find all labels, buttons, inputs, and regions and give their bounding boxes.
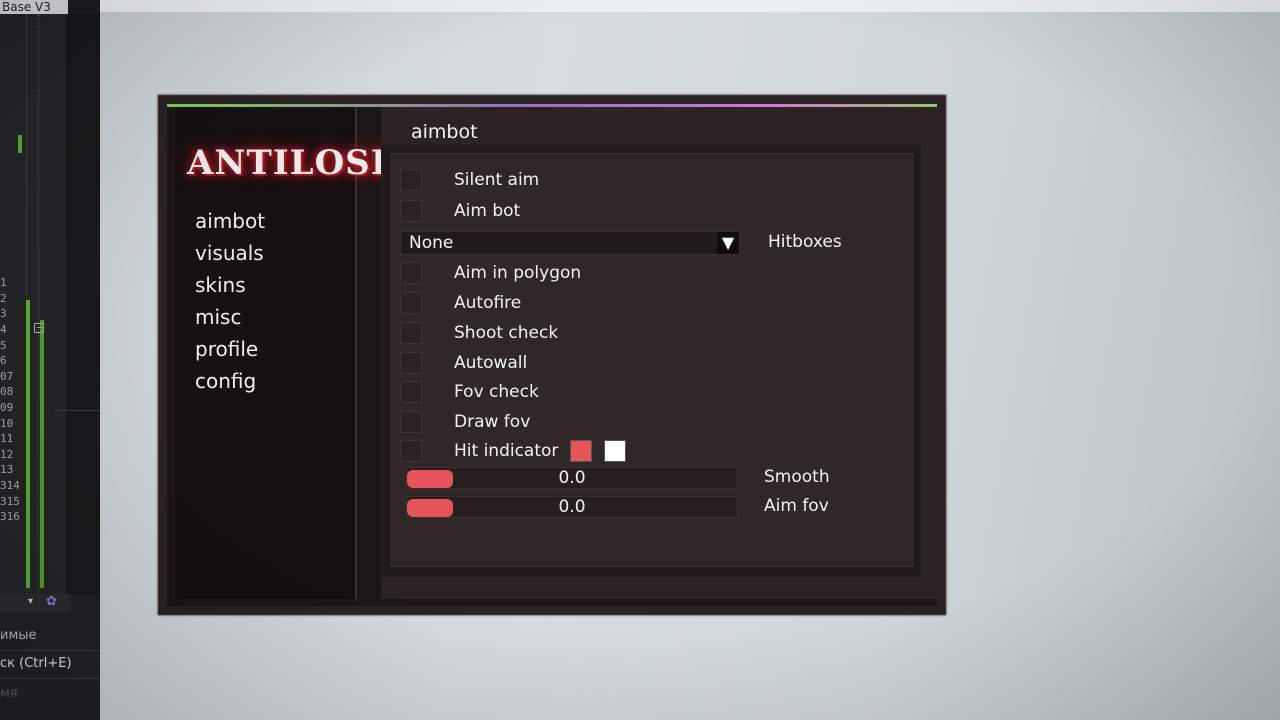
- option-label: Aim in polygon: [454, 263, 582, 283]
- nav-item-aimbot[interactable]: aimbot: [195, 205, 265, 237]
- editor-toolbar: [0, 594, 70, 612]
- nav-item-visuals[interactable]: visuals: [195, 237, 265, 269]
- line-number: 12: [0, 447, 14, 461]
- hit-color-picker-secondary[interactable]: [604, 440, 627, 462]
- line-number: 07: [0, 369, 14, 383]
- smooth-slider[interactable]: 0.0: [406, 467, 738, 489]
- divider: [55, 410, 100, 411]
- option-label: Shoot check: [454, 323, 559, 343]
- divider: [0, 650, 100, 651]
- menu-window: ANTILOSE aimbot visuals skins misc profi…: [158, 95, 946, 615]
- chevron-down-icon[interactable]: ▾: [28, 596, 33, 607]
- line-number: [0, 244, 20, 260]
- option-label: Hit indicator: [454, 441, 559, 461]
- line-number: 10: [0, 416, 14, 430]
- indent-guide: [38, 14, 39, 594]
- aim-fov-slider[interactable]: 0.0: [406, 496, 738, 518]
- silent-aim-checkbox[interactable]: [400, 169, 422, 191]
- section-title: aimbot: [411, 121, 478, 143]
- line-number: 315: [0, 494, 20, 508]
- background-editor: − 1 2 3 4 5 6 07 08 09 10 11 12 13 314 3…: [0, 0, 100, 720]
- change-marker: [40, 320, 44, 588]
- nav-item-profile[interactable]: profile: [195, 333, 265, 365]
- shoot-check-checkbox[interactable]: [400, 322, 422, 344]
- line-number: 316: [0, 510, 20, 524]
- line-number: 11: [0, 432, 14, 446]
- hitboxes-label: Hitboxes: [768, 232, 842, 252]
- slider-value: 0.0: [558, 497, 586, 517]
- triangle-down-icon[interactable]: ▼: [717, 232, 739, 254]
- nav-item-config[interactable]: config: [195, 365, 265, 397]
- smooth-label: Smooth: [764, 467, 830, 487]
- fold-icon[interactable]: −: [34, 323, 44, 333]
- aim-fov-label: Aim fov: [764, 496, 829, 516]
- line-number: 08: [0, 385, 14, 399]
- line-number: 3: [0, 307, 7, 321]
- option-row: Silent aim: [400, 168, 539, 192]
- option-label: Aim bot: [454, 201, 521, 221]
- panel-item[interactable]: мя: [0, 686, 100, 701]
- line-number: 5: [0, 338, 7, 352]
- change-marker: [18, 135, 22, 153]
- option-row: Aim bot: [400, 199, 520, 223]
- option-label: Autowall: [454, 353, 528, 373]
- editor-code-area: [66, 14, 100, 594]
- line-number: 2: [0, 291, 7, 305]
- autowall-checkbox[interactable]: [400, 352, 422, 374]
- nav-item-misc[interactable]: misc: [195, 301, 265, 333]
- content-area: aimbot Silent aim Aim bot None ▼ Hitboxe…: [381, 107, 937, 599]
- option-row: Aim in polygon: [400, 261, 581, 285]
- option-row: Autowall: [400, 351, 527, 375]
- logo: ANTILOSE: [187, 143, 398, 183]
- line-number: 4: [0, 322, 7, 336]
- line-number: 1: [0, 276, 7, 290]
- line-number: 09: [0, 400, 14, 414]
- editor-title: Base V3: [0, 0, 68, 14]
- panel-item[interactable]: имые: [0, 628, 100, 643]
- fov-check-checkbox[interactable]: [400, 381, 422, 403]
- options-panel: Silent aim Aim bot None ▼ Hitboxes Aim i…: [381, 145, 921, 577]
- menu-body: ANTILOSE aimbot visuals skins misc profi…: [167, 104, 937, 606]
- panel-item[interactable]: ск (Ctrl+E): [0, 656, 100, 671]
- divider: [0, 678, 100, 679]
- hit-color-picker-primary[interactable]: [570, 440, 593, 462]
- option-label: Autofire: [454, 293, 522, 313]
- dropdown-value: None: [409, 233, 454, 253]
- aim-bot-checkbox[interactable]: [400, 200, 422, 222]
- draw-fov-checkbox[interactable]: [400, 411, 422, 433]
- monitor-top-edge: [66, 0, 1280, 12]
- slider-value: 0.0: [558, 468, 586, 488]
- option-row: Draw fov: [400, 410, 530, 434]
- option-row: Hit indicator: [400, 439, 627, 463]
- option-row: Fov check: [400, 380, 539, 404]
- option-label: Fov check: [454, 382, 539, 402]
- autofire-checkbox[interactable]: [400, 292, 422, 314]
- line-number: [0, 260, 20, 276]
- aim-in-polygon-checkbox[interactable]: [400, 262, 422, 284]
- nav-list: aimbot visuals skins misc profile config: [195, 205, 265, 397]
- hitboxes-dropdown[interactable]: None ▼: [400, 231, 740, 255]
- extension-icon[interactable]: ✿: [46, 594, 57, 609]
- sidebar: ANTILOSE aimbot visuals skins misc profi…: [175, 107, 397, 599]
- options-group: Silent aim Aim bot None ▼ Hitboxes Aim i…: [391, 153, 913, 567]
- line-number: 6: [0, 354, 7, 368]
- line-numbers: 1 2 3 4 5 6 07 08 09 10 11 12 13 314 315…: [0, 244, 20, 525]
- nav-item-skins[interactable]: skins: [195, 269, 265, 301]
- change-marker: [26, 300, 30, 588]
- option-row: Shoot check: [400, 321, 558, 345]
- hit-indicator-checkbox[interactable]: [400, 440, 422, 462]
- option-row: Autofire: [400, 291, 521, 315]
- line-number: 314: [0, 478, 20, 492]
- option-label: Silent aim: [454, 170, 540, 190]
- option-label: Draw fov: [454, 412, 531, 432]
- line-number: 13: [0, 463, 14, 477]
